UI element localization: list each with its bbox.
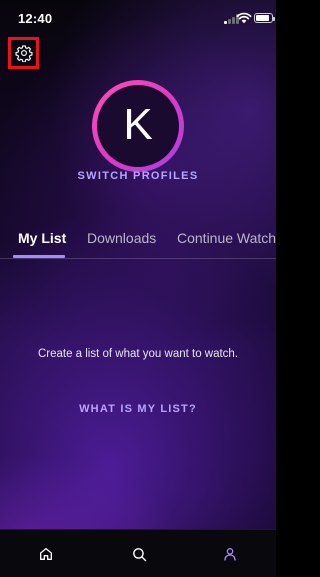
avatar-initial: K [123, 100, 153, 149]
profile-icon [224, 548, 236, 561]
home-icon [40, 548, 52, 560]
settings-button[interactable] [8, 37, 39, 69]
wifi-icon [236, 12, 252, 24]
bottom-nav [0, 529, 276, 577]
status-bar: 12:40 [0, 0, 276, 34]
gear-icon [14, 45, 33, 62]
nav-profile[interactable] [220, 544, 240, 564]
battery-icon [254, 13, 275, 23]
nav-search[interactable] [129, 544, 149, 564]
empty-list-message: Create a list of what you want to watch. [37, 348, 239, 360]
search-icon [132, 547, 146, 561]
tab-downloads[interactable]: Downloads [87, 230, 156, 246]
nav-home[interactable] [36, 544, 56, 564]
tab-continue-watching[interactable]: Continue Watch [177, 230, 276, 246]
switch-profiles-button[interactable]: SWITCH PROFILES [0, 170, 276, 182]
avatar-inner: K [97, 85, 179, 167]
app-screen: 12:40 K SWITCH PROFILES My List Download… [0, 0, 276, 577]
profile-avatar[interactable]: K [92, 80, 184, 172]
tab-bar: My List Downloads Continue Watch [0, 222, 276, 258]
status-time: 12:40 [18, 11, 53, 26]
tabs-divider [0, 258, 276, 259]
what-is-my-list-link[interactable]: WHAT IS MY LIST? [0, 403, 276, 415]
tab-my-list[interactable]: My List [18, 230, 66, 246]
